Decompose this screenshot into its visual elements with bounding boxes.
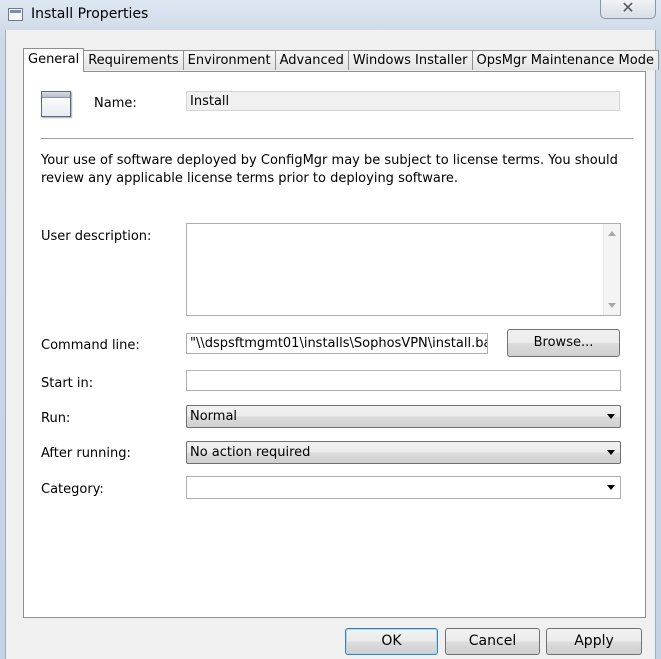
scroll-down-arrow-icon[interactable] — [608, 303, 616, 308]
run-label: Run: — [41, 411, 71, 426]
start-in-input[interactable] — [186, 370, 621, 391]
start-in-label: Start in: — [41, 376, 94, 391]
general-tab-panel: Name: Install Your use of software deplo… — [23, 71, 646, 618]
properties-window: Install Properties ✕ General Requirement… — [0, 0, 661, 659]
tab-environment[interactable]: Environment — [183, 50, 276, 70]
tab-windows-installer[interactable]: Windows Installer — [348, 50, 473, 70]
section-divider — [41, 138, 633, 140]
name-label: Name: — [94, 96, 137, 111]
user-description-label: User description: — [41, 229, 152, 244]
scroll-up-arrow-icon[interactable] — [608, 231, 616, 236]
chevron-down-icon — [607, 485, 615, 490]
program-icon — [41, 91, 71, 117]
apply-button[interactable]: Apply — [546, 628, 642, 655]
command-line-label: Command line: — [41, 338, 140, 353]
after-running-selected-value: No action required — [190, 445, 311, 460]
cancel-button[interactable]: Cancel — [445, 628, 540, 655]
chevron-down-icon — [607, 450, 615, 455]
category-dropdown[interactable] — [186, 476, 621, 499]
title-bar[interactable]: Install Properties ✕ — [0, 0, 661, 30]
license-terms-text: Your use of software deployed by ConfigM… — [41, 153, 618, 186]
command-line-input[interactable]: "\\dspsftmgmt01\installs\SophosVPN\insta… — [186, 333, 488, 354]
dialog-client-area: General Requirements Environment Advance… — [5, 30, 659, 659]
tab-advanced[interactable]: Advanced — [275, 50, 349, 70]
run-dropdown[interactable]: Normal — [186, 405, 621, 428]
browse-button[interactable]: Browse... — [507, 329, 620, 357]
window-title: Install Properties — [31, 6, 149, 22]
tab-general[interactable]: General — [23, 48, 85, 72]
ok-button[interactable]: OK — [345, 628, 438, 655]
tab-requirements[interactable]: Requirements — [84, 50, 184, 70]
chevron-down-icon — [607, 414, 615, 419]
user-description-textarea[interactable] — [186, 223, 621, 316]
after-running-label: After running: — [41, 446, 131, 461]
tab-strip: General Requirements Environment Advance… — [23, 48, 659, 72]
tab-opsmgr-maintenance-mode[interactable]: OpsMgr Maintenance Mode — [472, 50, 659, 70]
window-icon — [8, 8, 23, 21]
close-icon: ✕ — [621, 0, 635, 17]
after-running-dropdown[interactable]: No action required — [186, 441, 621, 464]
user-description-scrollbar[interactable] — [603, 224, 620, 315]
close-button[interactable]: ✕ — [600, 0, 656, 19]
name-field[interactable]: Install — [186, 91, 620, 111]
category-label: Category: — [41, 482, 104, 497]
run-selected-value: Normal — [190, 409, 238, 424]
